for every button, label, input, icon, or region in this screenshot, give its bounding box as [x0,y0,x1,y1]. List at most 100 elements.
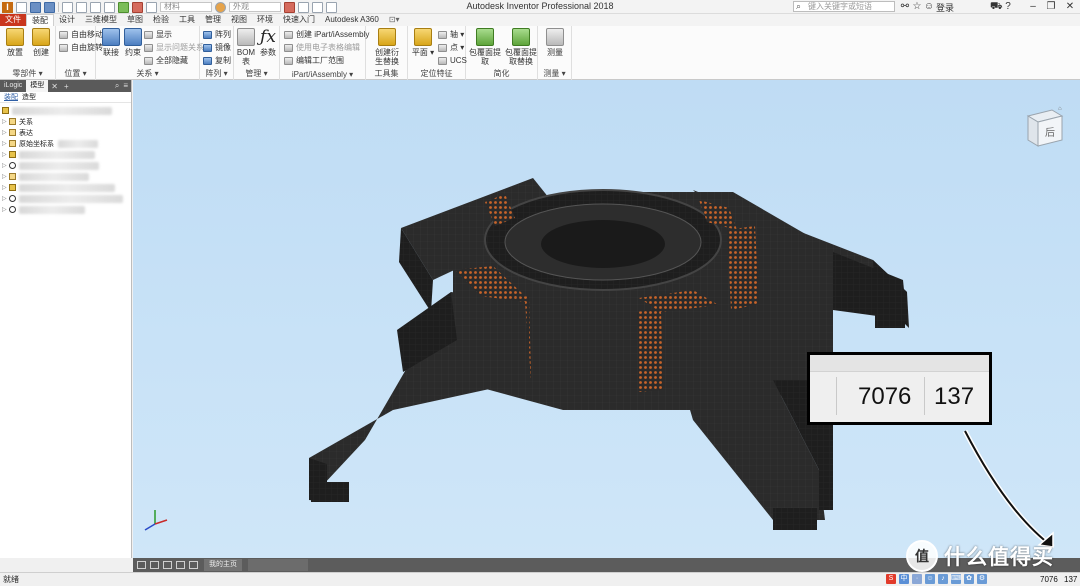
keyboard-icon[interactable]: ⌨ [951,574,961,584]
foot-front-right[interactable] [773,508,817,530]
point-button[interactable]: 点 ▾ [438,42,464,53]
create-button[interactable]: 创建 [28,28,54,57]
binoculars-icon[interactable]: ⚯ [899,1,911,12]
plane-button[interactable]: 平面 ▾ [410,28,436,57]
mirror-button[interactable]: 镜像 [203,42,231,53]
add-icon[interactable] [326,1,337,13]
panel-tools-label[interactable]: 工具集 [366,68,407,79]
browser-tab-model[interactable]: 模型 [26,80,49,92]
panel-pattern-label[interactable]: 阵列 ▾ [200,68,233,79]
menu-icon[interactable]: ≡ [123,81,128,91]
edit-spreadsheet-button[interactable]: 使用电子表格编辑 [284,42,360,53]
redo-icon[interactable] [76,1,87,13]
edit-factory-scope-button[interactable]: 编辑工厂范围 [284,55,344,66]
open-folder-icon[interactable] [30,1,41,13]
expand-icon[interactable]: ▷ [2,173,9,180]
tab-a360[interactable]: Autodesk A360 [320,14,384,26]
tab-environments[interactable]: 环境 [252,14,278,26]
window-list-icon[interactable] [176,561,185,569]
login-button[interactable]: 登录 [936,1,954,14]
bolt-pad-side[interactable] [637,308,663,392]
tab-tools[interactable]: 工具 [174,14,200,26]
material-dropdown[interactable]: 材料 [160,2,212,12]
select-icon[interactable] [118,1,129,13]
create-ipart-button[interactable]: 创建 iPart/iAssembly [284,29,369,40]
tree-node-part[interactable]: ▷ [2,182,131,193]
new-file-icon[interactable] [16,1,27,13]
tab-view[interactable]: 视图 [226,14,252,26]
search-icon[interactable]: ⌕ [115,81,119,91]
lang-icon[interactable]: 中 [899,574,909,584]
mic-icon[interactable]: ♪ [938,574,948,584]
add-tab-icon[interactable]: + [61,82,72,91]
foot-front-left[interactable] [311,482,349,502]
panel-position-label[interactable]: 位置 ▾ [56,68,95,79]
help-search-input[interactable]: ⌕ 键入关键字或短语 [793,1,895,12]
star-icon[interactable]: ☆ [911,1,923,12]
tree-node-part[interactable]: ▷ [2,149,131,160]
graphics-viewport[interactable]: 后 ⌂ [133,80,1080,558]
close-tab-icon[interactable]: ✕ [48,82,61,91]
tab-file[interactable]: 文件 [0,14,26,26]
expand-icon[interactable]: ▷ [2,118,9,125]
tree-node-part[interactable]: ▷ [2,160,131,171]
adjust-icon[interactable] [298,1,309,13]
subtab-modeling[interactable]: 造型 [22,92,36,102]
pattern-button[interactable]: 阵列 [203,29,231,40]
copy-button[interactable]: 复制 [203,55,231,66]
ucs-button[interactable]: UCS [438,55,467,66]
doc-tab-assembly[interactable] [248,559,308,571]
save-icon[interactable] [44,1,55,13]
constrain-button[interactable]: 约束 [120,28,146,57]
expand-icon[interactable]: ▷ [2,184,9,191]
bom-button[interactable]: BOM表 [234,28,258,66]
bolt-pad-side[interactable] [727,226,759,310]
update-icon[interactable] [132,1,143,13]
viewcube[interactable]: 后 ⌂ [1022,106,1066,150]
create-derived-button[interactable]: 创建衍生替换 [372,28,402,66]
tab-inspect[interactable]: 检验 [148,14,174,26]
inventor-logo-icon[interactable]: I [2,1,13,13]
home-tab-icon[interactable] [189,561,198,569]
panel-measure-label[interactable]: 测量 ▾ [538,68,571,79]
measure-button[interactable]: 测量 [542,28,568,57]
expand-icon[interactable]: ▷ [2,162,9,169]
panel-work-features-label[interactable]: 定位特征 [408,68,465,79]
subtab-assembly[interactable]: 装配 [4,92,18,102]
undo-icon[interactable] [62,1,73,13]
panel-manage-label[interactable]: 管理 ▾ [234,68,279,79]
expand-icon[interactable]: ▷ [2,151,9,158]
home-icon[interactable] [90,1,101,13]
expand-icon[interactable]: ▷ [2,129,9,136]
tree-node-representations[interactable]: ▷ 表达 [2,127,131,138]
tree-node-relationships[interactable]: ▷ 关系 [2,116,131,127]
tab-manage[interactable]: 管理 [200,14,226,26]
appearance-icon[interactable] [215,1,226,13]
punct-icon[interactable]: · [912,574,922,584]
sogou-ime-icon[interactable]: S [886,574,896,584]
parameters-button[interactable]: ƒx 参数 [256,28,280,57]
appearance-dropdown[interactable]: 外观 [229,2,281,12]
tab-assemble[interactable]: 装配 [26,14,54,26]
tree-node-part[interactable]: ▷ [2,193,131,204]
emoji-icon[interactable]: ☺ [925,574,935,584]
tab-get-started[interactable]: 快速入门 [278,14,320,26]
browser-tab-ilogic[interactable]: iLogic [0,80,26,92]
show-button[interactable]: 显示 [144,29,172,40]
expand-icon[interactable]: ▷ [2,140,9,147]
tab-sketch[interactable]: 草图 [122,14,148,26]
panel-productivity-label[interactable]: iPart/iAssembly ▾ [280,70,365,79]
center-hole[interactable] [541,220,665,268]
user-icon[interactable]: ☺ [923,1,935,12]
clear-override-icon[interactable] [284,1,295,13]
close-button[interactable]: ✕ [1061,0,1079,13]
help-icon[interactable]: ? [1002,1,1014,12]
shrinkwrap-substitute-button[interactable]: 包覆面提取替换 [504,28,538,66]
panel-relationships-label[interactable]: 关系 ▾ [96,68,199,79]
restore-button[interactable]: ❐ [1042,0,1060,13]
expand-icon[interactable]: ▷ [2,206,9,213]
tree-node-part[interactable]: ▷ [2,171,131,182]
hide-all-button[interactable]: 全部隐藏 [144,55,188,66]
tree-root-node[interactable] [2,105,131,116]
print-icon[interactable] [104,1,115,13]
